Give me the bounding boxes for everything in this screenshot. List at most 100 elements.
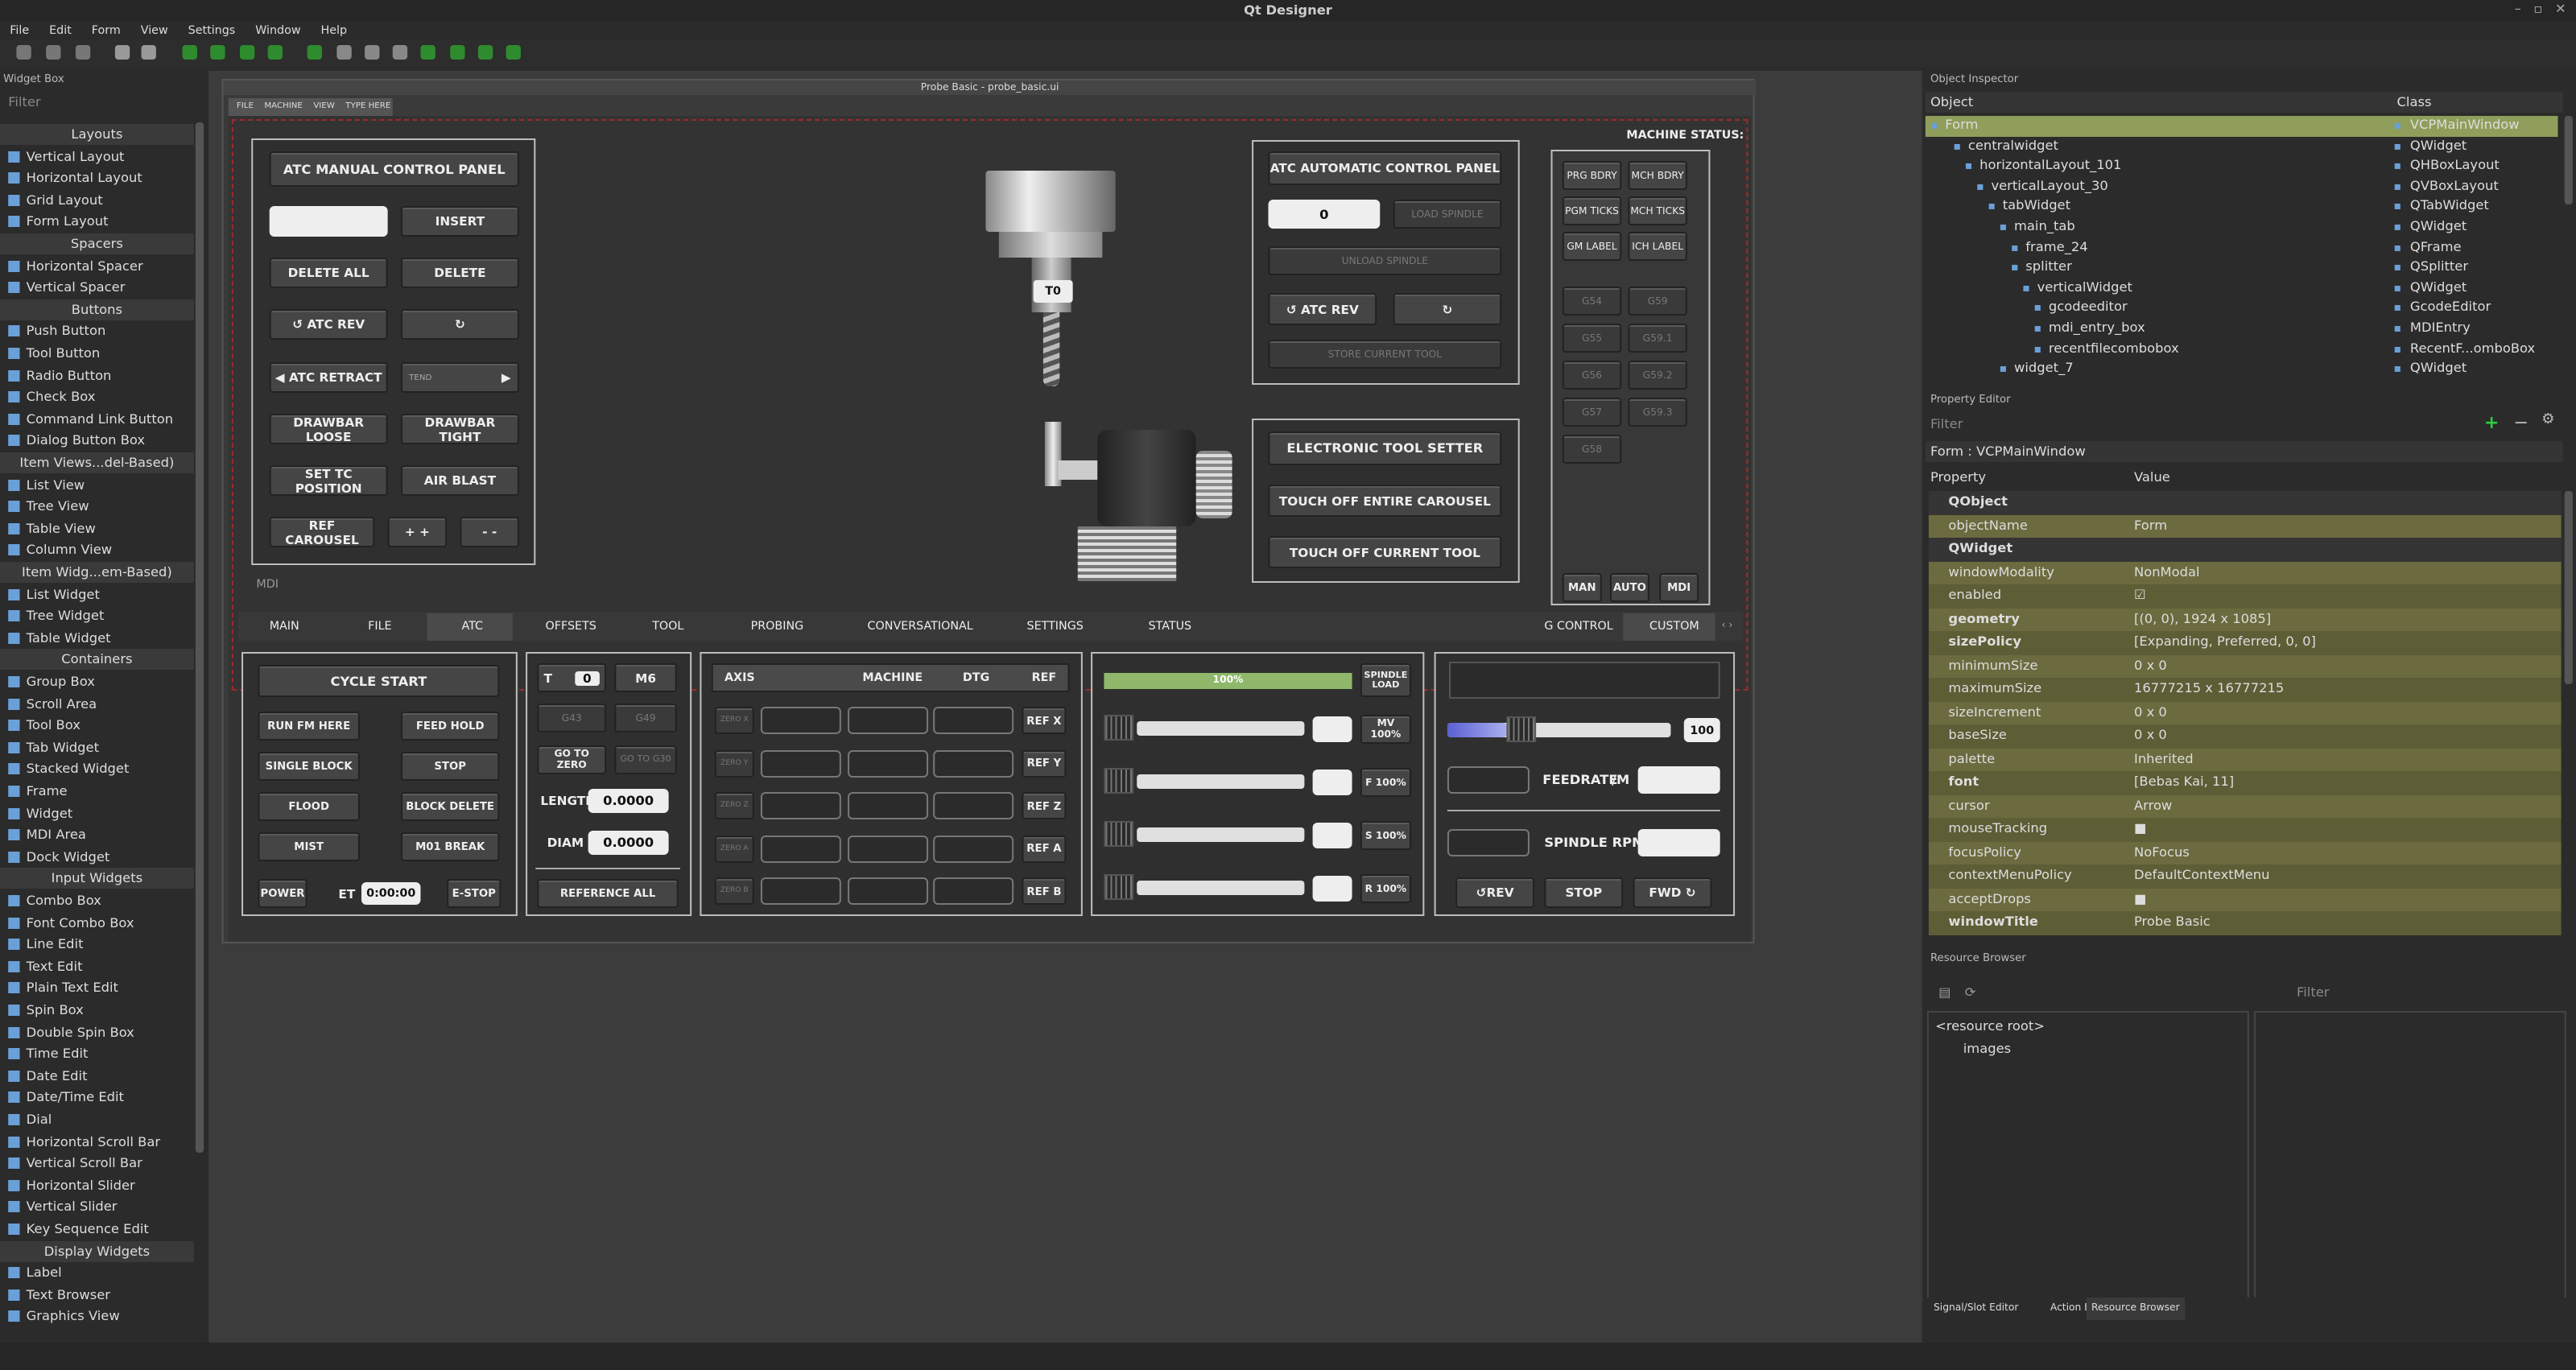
drawbar-tight-button[interactable]: DRAWBAR TIGHT: [400, 414, 519, 444]
object-tree-row[interactable]: ▪ gcodeeditor ▪ GcodeEditor: [1926, 299, 2558, 319]
property-row[interactable]: sizePolicy [Expanding, Preferred, 0, 0]: [1928, 631, 2562, 654]
property-row[interactable]: contextMenuPolicy DefaultContextMenu: [1928, 865, 2562, 888]
flood-button[interactable]: FLOOD: [258, 792, 360, 821]
insert-button[interactable]: INSERT: [400, 206, 519, 237]
object-tree-row[interactable]: ▪ verticalWidget ▪ QWidget: [1926, 279, 2558, 299]
widget-item[interactable]: Tool Button: [0, 343, 194, 364]
qt-icon[interactable]: [182, 45, 197, 60]
resource-filter[interactable]: Filter: [2297, 985, 2329, 1000]
unload-spindle-button[interactable]: UNLOAD SPINDLE: [1268, 246, 1502, 275]
tab-resource-browser[interactable]: Resource Browser: [2086, 1298, 2185, 1320]
property-row[interactable]: font [Bebas Kai, 11]: [1928, 771, 2562, 794]
widget-item[interactable]: Spin Box: [0, 1000, 194, 1021]
widget-item[interactable]: List View: [0, 474, 194, 495]
load-spindle-button[interactable]: LOAD SPINDLE: [1393, 200, 1502, 229]
new-icon[interactable]: [16, 45, 31, 60]
property-value[interactable]: 16777215 x 16777215: [2134, 678, 2562, 701]
property-row[interactable]: enabled ☑: [1928, 584, 2562, 608]
widget-item[interactable]: Scroll Area: [0, 693, 194, 714]
widget-item[interactable]: Vertical Layout: [0, 146, 194, 167]
override-slider-handle[interactable]: [1104, 768, 1134, 794]
property-row[interactable]: maximumSize 16777215 x 16777215: [1928, 678, 2562, 701]
form-menu-view[interactable]: VIEW: [313, 101, 335, 111]
widget-item[interactable]: Date/Time Edit: [0, 1087, 194, 1108]
override-reset-button[interactable]: F 100%: [1360, 768, 1412, 797]
tool-entry-field[interactable]: [269, 206, 388, 237]
property-row[interactable]: cursor Arrow: [1928, 794, 2562, 818]
property-value[interactable]: [(0, 0), 1924 x 1085]: [2134, 608, 2562, 631]
qt-icon[interactable]: [365, 45, 380, 60]
property-value[interactable]: 0 x 0: [2134, 724, 2562, 748]
widget-item[interactable]: Dial: [0, 1109, 194, 1130]
widget-item[interactable]: Table Widget: [0, 628, 194, 649]
widget-filter[interactable]: Filter: [3, 92, 197, 114]
widget-item[interactable]: Tree View: [0, 496, 194, 517]
cycle-start-button[interactable]: CYCLE START: [258, 665, 500, 697]
form-menu-machine[interactable]: MACHINE: [264, 101, 303, 111]
widget-item[interactable]: Tool Box: [0, 715, 194, 736]
qt-icon[interactable]: [239, 45, 255, 60]
override-reset-button[interactable]: S 100%: [1360, 821, 1412, 850]
object-tree-row[interactable]: ▪ widget_7 ▪ QWidget: [1926, 359, 2558, 379]
estop-button[interactable]: E-STOP: [447, 879, 502, 908]
widget-item[interactable]: Vertical Spacer: [0, 277, 194, 298]
property-value[interactable]: ■: [2134, 888, 2562, 911]
property-value[interactable]: ■: [2134, 818, 2562, 841]
property-row[interactable]: sizeIncrement 0 x 0: [1928, 701, 2562, 724]
atc-fwd-button[interactable]: ↻: [400, 309, 519, 340]
widget-item[interactable]: Dock Widget: [0, 847, 194, 868]
power-button[interactable]: POWER: [258, 879, 308, 908]
zero-axis-button[interactable]: ZERO A: [714, 835, 754, 862]
zero-axis-button[interactable]: ZERO Z: [714, 792, 754, 819]
property-value[interactable]: Form: [2134, 514, 2562, 538]
widget-item[interactable]: Text Edit: [0, 956, 194, 977]
property-value[interactable]: [Bebas Kai, 11]: [2134, 771, 2562, 794]
atc-rev-button[interactable]: ↺ ATC REV: [269, 309, 388, 340]
qt-icon[interactable]: [392, 45, 408, 60]
object-tree-row[interactable]: ▪ tabWidget ▪ QTabWidget: [1926, 197, 2558, 217]
single-block-button[interactable]: SINGLE BLOCK: [258, 752, 360, 781]
override-reset-button[interactable]: R 100%: [1360, 874, 1412, 903]
property-value[interactable]: DefaultContextMenu: [2134, 865, 2562, 888]
override-reset-button[interactable]: MV 100%: [1360, 715, 1412, 744]
menu-edit[interactable]: Edit: [49, 24, 72, 37]
override-value-field[interactable]: [1312, 716, 1352, 742]
widget-item[interactable]: Table View: [0, 518, 194, 539]
g49-button[interactable]: G49: [614, 704, 677, 732]
widget-item[interactable]: Frame: [0, 781, 194, 802]
object-tree-row[interactable]: ▪ Form ▪ VCPMainWindow: [1925, 116, 2558, 137]
widget-item[interactable]: Vertical Scroll Bar: [0, 1153, 194, 1174]
object-tree-row[interactable]: ▪ main_tab ▪ QWidget: [1926, 217, 2558, 237]
ref-carousel-button[interactable]: REF CAROUSEL: [269, 517, 375, 547]
tab-scroll-arrows[interactable]: ‹ ›: [1722, 620, 1733, 631]
reference-all-button[interactable]: REFERENCE ALL: [537, 879, 679, 908]
delete-button[interactable]: DELETE: [400, 258, 519, 288]
property-row[interactable]: baseSize 0 x 0: [1928, 724, 2562, 748]
widget-item[interactable]: Stacked Widget: [0, 759, 194, 780]
qt-icon[interactable]: [420, 45, 436, 60]
override-value-field[interactable]: [1312, 770, 1352, 795]
go-to-zero-button[interactable]: GO TO ZERO: [537, 745, 607, 774]
widget-item[interactable]: Check Box: [0, 386, 194, 407]
atc-tool-number-field[interactable]: 0: [1268, 200, 1381, 229]
store-current-tool-button[interactable]: STORE CURRENT TOOL: [1268, 340, 1502, 369]
tab-offsets[interactable]: OFFSETS: [546, 620, 597, 633]
carousel-plus-button[interactable]: + +: [387, 517, 448, 547]
ref-axis-button[interactable]: REF Z: [1022, 792, 1067, 819]
widget-item[interactable]: Vertical Slider: [0, 1197, 194, 1218]
remove-property-icon[interactable]: −: [2513, 412, 2529, 433]
widget-item[interactable]: Date Edit: [0, 1066, 194, 1087]
widget-item[interactable]: Radio Button: [0, 365, 194, 386]
tab-conversational[interactable]: CONVERSATIONAL: [868, 620, 973, 633]
widget-item[interactable]: List Widget: [0, 584, 194, 605]
override-slider-handle[interactable]: [1104, 874, 1134, 900]
widget-item[interactable]: Dialog Button Box: [0, 431, 194, 452]
override-slider-track[interactable]: [1137, 827, 1305, 842]
menu-help[interactable]: Help: [321, 24, 348, 37]
tool-select-button[interactable]: T0: [537, 663, 607, 692]
qt-icon[interactable]: [307, 45, 322, 60]
qt-icon[interactable]: [210, 45, 225, 60]
widget-item[interactable]: Font Combo Box: [0, 912, 194, 933]
widget-item[interactable]: Tree Widget: [0, 605, 194, 626]
property-value[interactable]: NonModal: [2134, 561, 2562, 584]
